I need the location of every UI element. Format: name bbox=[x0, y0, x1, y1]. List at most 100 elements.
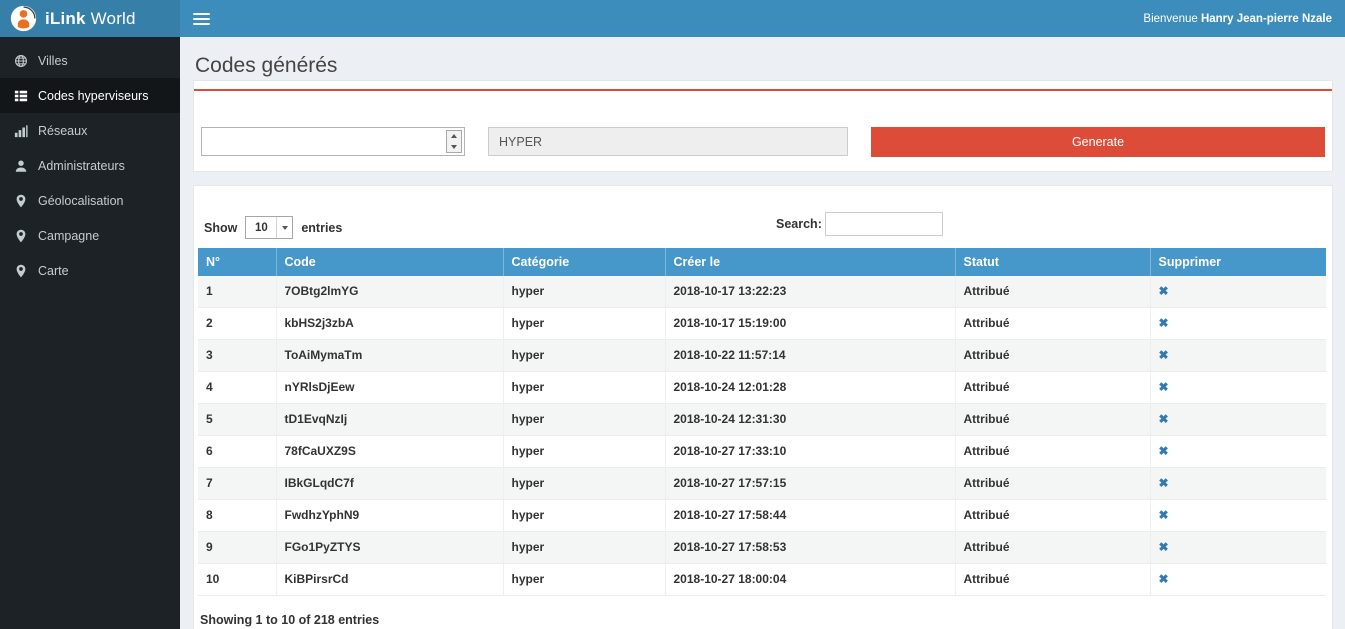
map-pin-icon bbox=[14, 264, 28, 278]
spinner-up-icon[interactable] bbox=[447, 131, 461, 142]
sidebar-item-campagne[interactable]: Campagne bbox=[0, 218, 180, 253]
cell-number: 2 bbox=[198, 308, 276, 340]
entries-info: Showing 1 to 10 of 218 entries bbox=[200, 613, 379, 627]
table-row: 1 7OBtg2lmYG hyper 2018-10-17 13:22:23 A… bbox=[198, 276, 1326, 308]
cell-created: 2018-10-22 11:57:14 bbox=[665, 340, 955, 372]
delete-icon[interactable]: ✖ bbox=[1159, 572, 1169, 586]
generator-panel: Generate bbox=[193, 80, 1333, 172]
delete-icon[interactable]: ✖ bbox=[1159, 380, 1169, 394]
show-label: Show bbox=[204, 221, 237, 235]
cell-created: 2018-10-17 13:22:23 bbox=[665, 276, 955, 308]
cell-code: 78fCaUXZ9S bbox=[276, 436, 503, 468]
search-input[interactable] bbox=[825, 212, 943, 236]
brand-text: iLink World bbox=[45, 9, 136, 29]
delete-icon[interactable]: ✖ bbox=[1159, 444, 1169, 458]
cell-created: 2018-10-24 12:31:30 bbox=[665, 404, 955, 436]
column-header-categorie[interactable]: Catégorie bbox=[503, 248, 665, 276]
cell-status: Attribué bbox=[955, 468, 1150, 500]
map-pin-icon bbox=[14, 194, 28, 208]
generator-form: Generate bbox=[194, 91, 1332, 171]
column-header-n[interactable]: N° bbox=[198, 248, 276, 276]
delete-icon[interactable]: ✖ bbox=[1159, 348, 1169, 362]
spinner-down-icon[interactable] bbox=[447, 142, 461, 153]
cell-delete: ✖ bbox=[1150, 436, 1326, 468]
table-row: 2 kbHS2j3zbA hyper 2018-10-17 15:19:00 A… bbox=[198, 308, 1326, 340]
cell-category: hyper bbox=[503, 500, 665, 532]
number-spinner bbox=[446, 130, 462, 153]
cell-delete: ✖ bbox=[1150, 532, 1326, 564]
generate-button[interactable]: Generate bbox=[871, 127, 1325, 157]
cell-code: kbHS2j3zbA bbox=[276, 308, 503, 340]
table-controls: Show 10 entries Search: bbox=[198, 186, 1326, 248]
delete-icon[interactable]: ✖ bbox=[1159, 476, 1169, 490]
cell-code: 7OBtg2lmYG bbox=[276, 276, 503, 308]
brand-logo[interactable]: iLink World bbox=[0, 0, 180, 37]
cell-number: 4 bbox=[198, 372, 276, 404]
cell-delete: ✖ bbox=[1150, 308, 1326, 340]
cell-category: hyper bbox=[503, 436, 665, 468]
cell-category: hyper bbox=[503, 372, 665, 404]
cell-category: hyper bbox=[503, 308, 665, 340]
cell-status: Attribué bbox=[955, 500, 1150, 532]
top-bar-main: Bienvenue Hanry Jean-pierre Nzale bbox=[180, 0, 1345, 37]
cell-created: 2018-10-24 12:01:28 bbox=[665, 372, 955, 404]
codes-table-panel: Show 10 entries Search: bbox=[193, 185, 1333, 629]
globe-icon bbox=[14, 54, 28, 68]
user-welcome[interactable]: Bienvenue Hanry Jean-pierre Nzale bbox=[1143, 13, 1332, 25]
cell-code: FGo1PyZTYS bbox=[276, 532, 503, 564]
cell-number: 7 bbox=[198, 468, 276, 500]
table-row: 8 FwdhzYphN9 hyper 2018-10-27 17:58:44 A… bbox=[198, 500, 1326, 532]
delete-icon[interactable]: ✖ bbox=[1159, 284, 1169, 298]
cell-status: Attribué bbox=[955, 340, 1150, 372]
column-header-statut[interactable]: Statut bbox=[955, 248, 1150, 276]
cell-code: tD1EvqNzIj bbox=[276, 404, 503, 436]
top-bar: iLink World Bienvenue Hanry Jean-pierre … bbox=[0, 0, 1345, 37]
cell-created: 2018-10-27 17:57:15 bbox=[665, 468, 955, 500]
map-pin-icon bbox=[14, 229, 28, 243]
list-icon bbox=[14, 89, 28, 103]
code-count-input[interactable] bbox=[201, 127, 465, 156]
table-header-row: N°CodeCatégorieCréer leStatutSupprimer bbox=[198, 248, 1326, 276]
cell-delete: ✖ bbox=[1150, 564, 1326, 596]
delete-icon[interactable]: ✖ bbox=[1159, 540, 1169, 554]
table-row: 6 78fCaUXZ9S hyper 2018-10-27 17:33:10 A… bbox=[198, 436, 1326, 468]
cell-delete: ✖ bbox=[1150, 404, 1326, 436]
column-header-supprimer[interactable]: Supprimer bbox=[1150, 248, 1326, 276]
cell-code: FwdhzYphN9 bbox=[276, 500, 503, 532]
table-row: 10 KiBPirsrCd hyper 2018-10-27 18:00:04 … bbox=[198, 564, 1326, 596]
sidebar-item-geolocalisation[interactable]: Géolocalisation bbox=[0, 183, 180, 218]
table-row: 4 nYRlsDjEew hyper 2018-10-24 12:01:28 A… bbox=[198, 372, 1326, 404]
cell-delete: ✖ bbox=[1150, 276, 1326, 308]
column-header-code[interactable]: Code bbox=[276, 248, 503, 276]
page-length-select[interactable]: 10 bbox=[245, 216, 293, 239]
page-length-value: 10 bbox=[246, 222, 276, 234]
main-content: Codes générés Generate Show bbox=[180, 37, 1345, 629]
cell-code: nYRlsDjEew bbox=[276, 372, 503, 404]
cell-created: 2018-10-27 17:58:53 bbox=[665, 532, 955, 564]
delete-icon[interactable]: ✖ bbox=[1159, 412, 1169, 426]
sidebar-item-reseaux[interactable]: Réseaux bbox=[0, 113, 180, 148]
cell-status: Attribué bbox=[955, 308, 1150, 340]
code-count-field[interactable] bbox=[202, 128, 464, 155]
delete-icon[interactable]: ✖ bbox=[1159, 508, 1169, 522]
table-row: 3 ToAiMymaTm hyper 2018-10-22 11:57:14 A… bbox=[198, 340, 1326, 372]
welcome-prefix: Bienvenue bbox=[1143, 13, 1201, 25]
cell-status: Attribué bbox=[955, 404, 1150, 436]
cell-number: 8 bbox=[198, 500, 276, 532]
sidebar-item-carte[interactable]: Carte bbox=[0, 253, 180, 288]
cell-number: 6 bbox=[198, 436, 276, 468]
sidebar-item-villes[interactable]: Villes bbox=[0, 43, 180, 78]
delete-icon[interactable]: ✖ bbox=[1159, 316, 1169, 330]
sidebar-item-administrateurs[interactable]: Administrateurs bbox=[0, 148, 180, 183]
cell-number: 3 bbox=[198, 340, 276, 372]
sidebar-item-codes-hyperviseurs[interactable]: Codes hyperviseurs bbox=[0, 78, 180, 113]
cell-number: 5 bbox=[198, 404, 276, 436]
cell-number: 9 bbox=[198, 532, 276, 564]
sidebar-toggle-icon[interactable] bbox=[193, 13, 210, 25]
entries-label: entries bbox=[301, 221, 342, 235]
cell-category: hyper bbox=[503, 532, 665, 564]
signal-bars-icon bbox=[14, 124, 28, 138]
user-icon bbox=[14, 159, 28, 173]
column-header-creer-le[interactable]: Créer le bbox=[665, 248, 955, 276]
cell-number: 10 bbox=[198, 564, 276, 596]
